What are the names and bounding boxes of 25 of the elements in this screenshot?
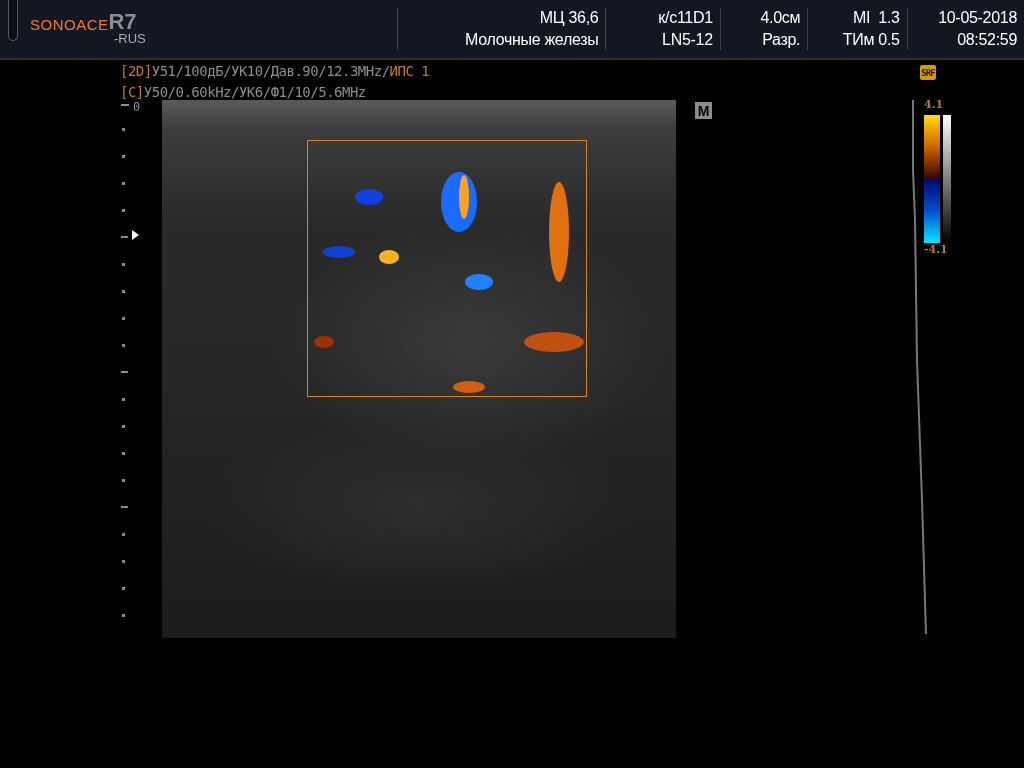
depth-label: 0 <box>133 100 141 114</box>
imaging-preset: ИПС 1 <box>389 63 430 79</box>
imaging-parameters: У51/100дБ/УК10/Дав.90/12.3MHz/ <box>151 63 390 79</box>
header-value: 08:52:59 <box>957 30 1017 50</box>
m-badge: M <box>695 102 712 119</box>
logo-region: -RUS <box>113 32 147 46</box>
header-value: MI 1.3 <box>852 8 900 28</box>
color-scale-max: 4.1 <box>924 98 944 111</box>
logo-brand: SONOACE <box>29 17 109 32</box>
window-handle <box>8 0 18 41</box>
header-value: ТИм 0.5 <box>842 30 900 50</box>
focus-marker-icon <box>132 230 139 240</box>
header-value: LN5-12 <box>662 30 713 50</box>
mode-tag: [2D] <box>120 63 152 79</box>
header-value: МЦ 36,6 <box>539 8 599 28</box>
mode-tag: [C] <box>120 84 144 100</box>
logo-model: R7 <box>108 12 137 32</box>
header-value: 10-05-2018 <box>938 8 1017 28</box>
header-value: Разр. <box>762 30 801 50</box>
header-value: 4.0см <box>760 8 801 28</box>
header-value: Молочные железы <box>465 30 599 50</box>
color-scale-min: -4.1 <box>924 243 948 256</box>
imaging-parameters: У50/0.60kHz/УК6/Ф1/10/5.6MHz <box>143 84 366 100</box>
header-value: к/с11D1 <box>658 8 713 28</box>
srf-badge: SRF <box>920 65 936 80</box>
